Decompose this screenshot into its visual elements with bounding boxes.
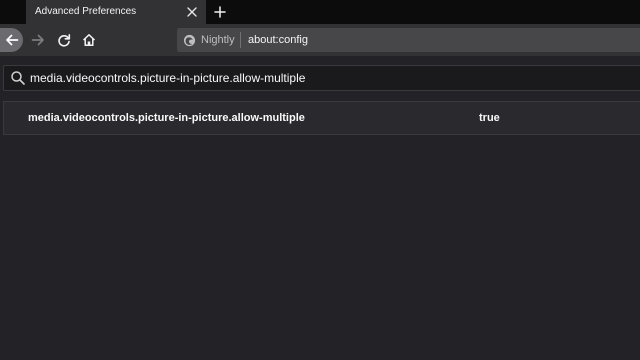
home-button[interactable] [77,28,101,52]
reload-button[interactable] [52,28,76,52]
new-tab-button[interactable] [209,0,231,24]
tab-strip: Advanced Preferences [0,0,640,24]
home-icon [82,34,96,46]
preference-search-box[interactable]: media.videocontrols.picture-in-picture.a… [3,65,640,91]
back-button[interactable] [0,28,23,52]
navigation-toolbar: Nightly about:config [0,24,640,56]
plus-icon [214,6,226,18]
arrow-right-icon [31,34,44,46]
arrow-left-icon [5,34,18,46]
search-icon [10,70,26,86]
tab-advanced-preferences[interactable]: Advanced Preferences [26,0,206,24]
identity-box[interactable]: Nightly [177,28,235,52]
tab-title: Advanced Preferences [35,6,137,17]
browser-name-label: Nightly [201,34,235,46]
url-separator [240,32,241,48]
url-input[interactable]: about:config [248,28,308,52]
close-icon[interactable] [186,0,198,24]
search-input[interactable]: media.videocontrols.picture-in-picture.a… [30,66,305,90]
preferences-table: media.videocontrols.picture-in-picture.a… [3,101,640,135]
page-content: media.videocontrols.picture-in-picture.a… [0,56,640,360]
url-bar[interactable]: Nightly about:config [177,28,640,52]
forward-button[interactable] [26,28,50,52]
preference-name: media.videocontrols.picture-in-picture.a… [28,112,305,124]
preference-value: true [479,112,500,124]
nightly-logo-icon [183,34,196,46]
reload-icon [58,34,71,47]
